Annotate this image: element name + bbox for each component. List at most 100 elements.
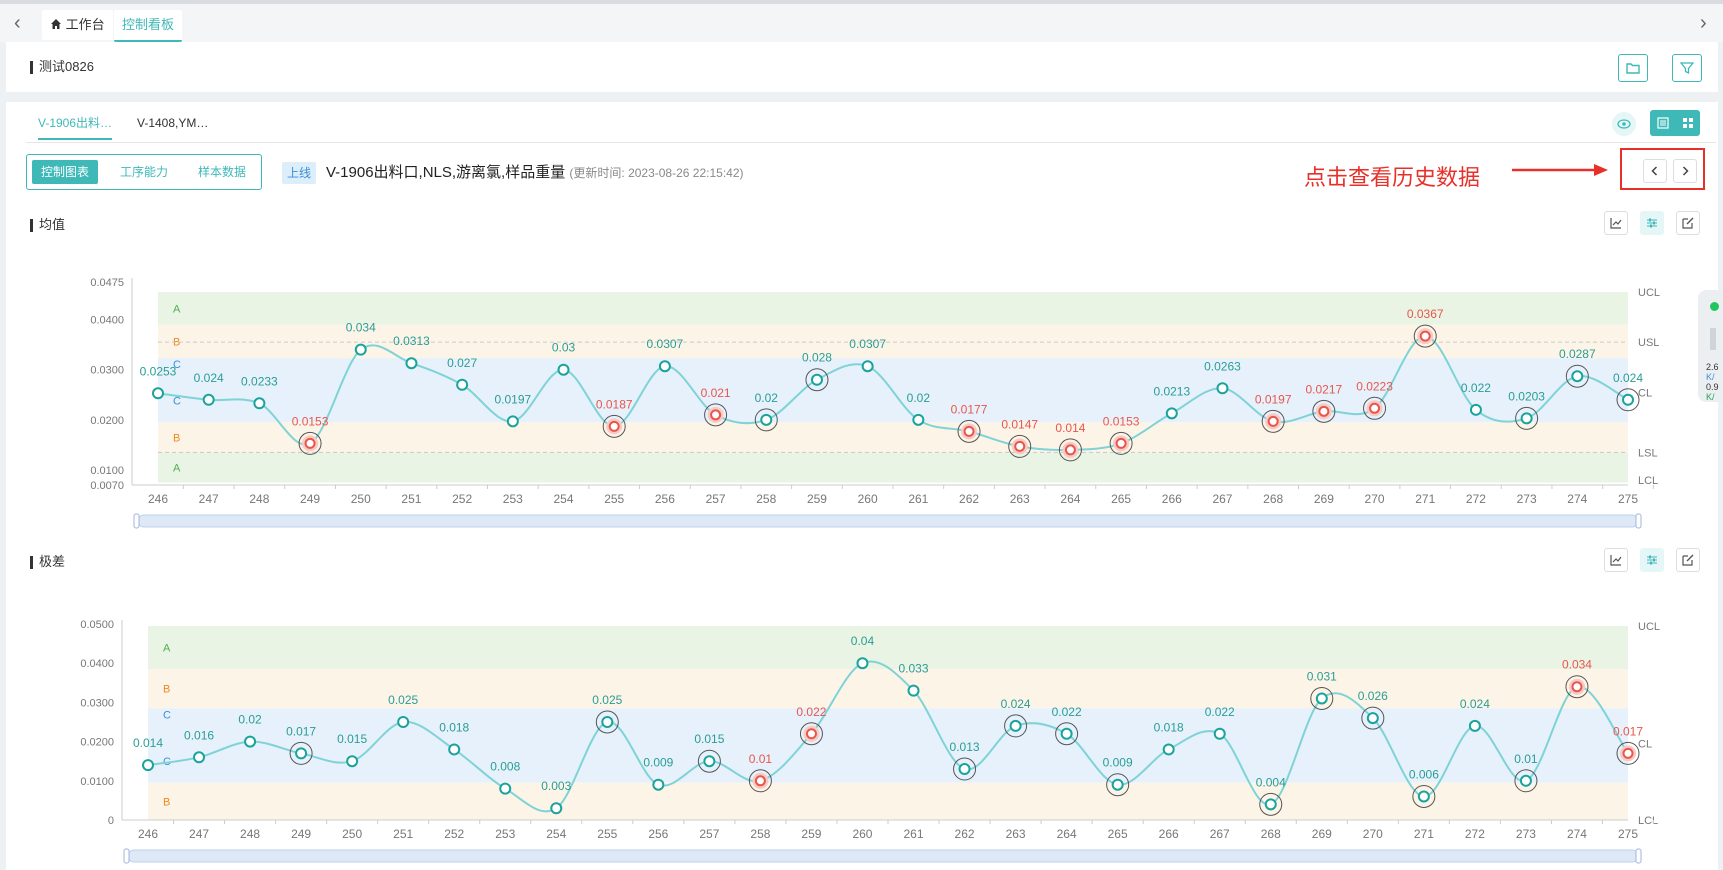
- mean-data-point: [1267, 415, 1279, 427]
- range-data-point: [958, 763, 971, 776]
- range-data-label: 0.009: [1103, 756, 1133, 770]
- range-x-tick-label: 274: [1567, 827, 1587, 841]
- subtab-v1408[interactable]: V-1408,YM…: [137, 108, 208, 138]
- subtab-divider: [26, 142, 1716, 143]
- segment-control-chart[interactable]: 控制图表: [32, 160, 99, 184]
- mean-data-point: [760, 413, 773, 426]
- range-data-label: 0.015: [337, 732, 367, 746]
- visibility-button[interactable]: [1612, 112, 1636, 136]
- mean-x-tick-label: 255: [604, 492, 624, 506]
- mean-data-label: 0.0213: [1153, 384, 1190, 398]
- mean-data-point: [456, 378, 469, 391]
- range-data-point: [754, 775, 766, 787]
- segment-sample-data[interactable]: 样本数据: [189, 160, 255, 184]
- mean-data-label: 0.0203: [1508, 389, 1545, 403]
- mean-edit-button[interactable]: [1676, 211, 1700, 235]
- mean-y-tick-label: 0.0300: [90, 365, 124, 377]
- mean-data-label: 0.0233: [241, 374, 278, 388]
- range-data-label: 0.01: [749, 752, 773, 766]
- mean-data-label: 0.02: [907, 391, 931, 405]
- range-zoom-handle-right: [1635, 848, 1642, 864]
- range-data-label: 0.006: [1409, 767, 1439, 781]
- range-data-point: [805, 728, 817, 740]
- mean-data-point: [608, 420, 620, 432]
- tabs-forward-button[interactable]: ›: [1700, 12, 1707, 35]
- range-zoom-handle-left: [123, 848, 130, 864]
- range-x-tick-label: 253: [495, 827, 515, 841]
- mean-data-point: [152, 387, 164, 400]
- range-data-label: 0.014: [133, 736, 163, 750]
- range-data-point: [1366, 712, 1379, 725]
- history-prev-button[interactable]: [1643, 159, 1667, 183]
- mean-data-point: [405, 357, 418, 370]
- range-data-label: 0.016: [184, 728, 214, 742]
- mean-x-tick-label: 267: [1212, 492, 1232, 506]
- range-data-label: 0.025: [592, 693, 622, 707]
- mean-x-tick-label: 254: [554, 492, 574, 506]
- mean-x-tick-label: 269: [1314, 492, 1334, 506]
- mean-x-tick-label: 265: [1111, 492, 1131, 506]
- range-zone-b-upper: [148, 669, 1628, 709]
- mean-data-label: 0.0217: [1306, 382, 1343, 396]
- mean-x-tick-label: 252: [452, 492, 472, 506]
- mean-data-label: 0.028: [802, 351, 832, 365]
- range-zoom-slider: [127, 849, 1639, 863]
- filter-button[interactable]: [1672, 54, 1702, 82]
- history-next-button[interactable]: [1673, 159, 1697, 183]
- subtab-v1906[interactable]: V-1906出料…: [38, 108, 113, 140]
- mean-data-point: [354, 343, 367, 356]
- range-data-label: 0.031: [1307, 669, 1337, 683]
- mean-data-point: [1419, 330, 1431, 342]
- side-status-widget[interactable]: 2.6 K/ 0.9 K/: [1698, 290, 1723, 402]
- tab-control-board[interactable]: 控制看板: [114, 10, 183, 42]
- mean-data-label: 0.0197: [494, 392, 531, 406]
- mean-trend-button[interactable]: [1604, 211, 1628, 235]
- range-x-tick-label: 268: [1261, 827, 1281, 841]
- tabs-back-button[interactable]: ‹: [14, 12, 21, 35]
- range-zone-label: B: [163, 684, 170, 696]
- mean-data-point: [861, 360, 874, 373]
- title-marker: [30, 556, 33, 570]
- range-x-tick-label: 272: [1465, 827, 1485, 841]
- range-x-tick-label: 248: [240, 827, 260, 841]
- mean-x-tick-label: 247: [199, 492, 219, 506]
- mean-data-point: [810, 373, 823, 386]
- mean-x-tick-label: 261: [908, 492, 928, 506]
- online-badge: 上线: [282, 162, 317, 184]
- grid-view-button[interactable]: [1675, 110, 1700, 136]
- chart-title: V-1906出料口,NLS,游离氯,样品重量 (更新时间: 2023-08-26…: [326, 164, 744, 181]
- mean-settings-button[interactable]: [1640, 211, 1664, 235]
- page-title: 测试0826: [30, 56, 94, 75]
- range-data-label: 0.02: [238, 713, 262, 727]
- grid-icon: [1682, 118, 1693, 128]
- range-data-point: [1162, 743, 1175, 756]
- range-edit-button[interactable]: [1676, 548, 1700, 572]
- annotation-arrow: [1512, 164, 1608, 176]
- range-data-point: [1315, 692, 1328, 705]
- range-data-point: [907, 684, 920, 697]
- range-data-label: 0.018: [439, 720, 469, 734]
- range-cl-label: CL: [1638, 739, 1652, 751]
- range-data-point: [295, 747, 308, 760]
- mean-data-label: 0.0197: [1255, 392, 1292, 406]
- range-settings-button[interactable]: [1640, 548, 1664, 572]
- mean-x-tick-label: 256: [655, 492, 675, 506]
- folder-button[interactable]: [1618, 54, 1648, 82]
- mean-data-point: [304, 437, 316, 449]
- list-view-button[interactable]: [1650, 110, 1675, 136]
- mean-section-title: 均值: [30, 214, 65, 233]
- chevron-left-icon: [1651, 166, 1658, 176]
- mean-data-point: [1165, 407, 1178, 420]
- range-data-label: 0.024: [1001, 697, 1031, 711]
- mean-x-tick-label: 253: [503, 492, 523, 506]
- top-tab-bar: ‹ 工作台 控制看板 ›: [0, 0, 1723, 42]
- range-data-label: 0.017: [286, 724, 316, 738]
- segment-process-capability[interactable]: 工序能力: [111, 160, 177, 184]
- mean-data-label: 0.0253: [140, 364, 177, 378]
- filter-icon: [1680, 62, 1694, 75]
- tab-workbench[interactable]: 工作台: [42, 10, 113, 40]
- range-trend-button[interactable]: [1604, 548, 1628, 572]
- range-chart: ABCCBUCLCLLCL0.05000.04000.03000.02000.0…: [80, 619, 1660, 864]
- mean-x-tick-label: 259: [807, 492, 827, 506]
- range-zone-label: B: [163, 796, 170, 808]
